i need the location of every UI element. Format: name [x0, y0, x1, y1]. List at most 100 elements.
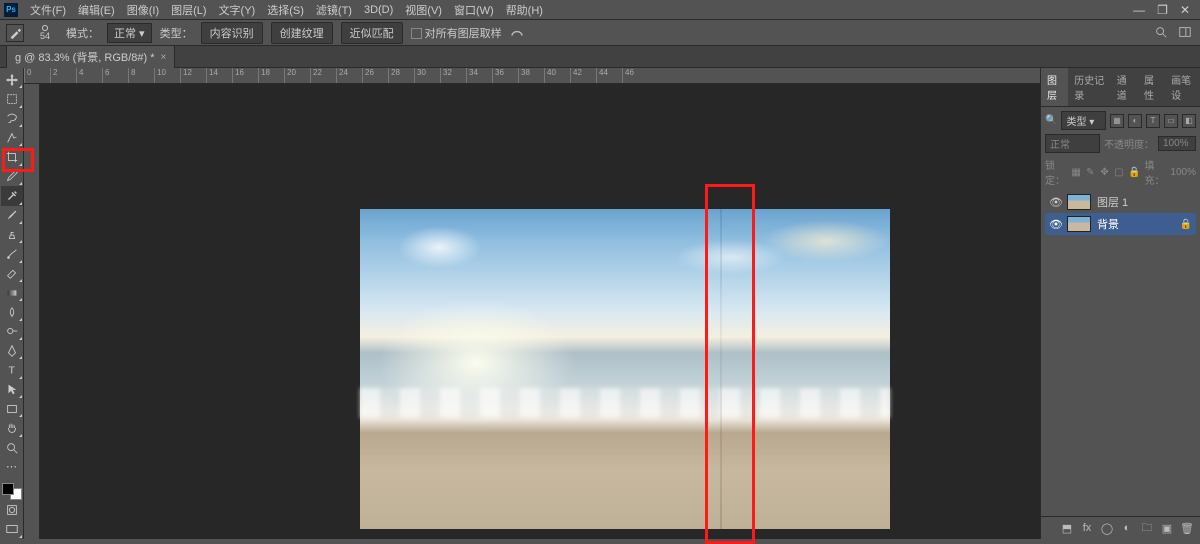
opacity-label: 不透明度：	[1104, 136, 1154, 151]
quick-select-tool[interactable]	[1, 128, 23, 147]
document-canvas[interactable]	[40, 84, 1040, 539]
adjustment-layer-icon[interactable]: ◐	[1120, 521, 1134, 535]
layers-panel: 🔍 类型 ▾ ▦ ◐ T ▭ ◧ 正常 不透明度： 100% 锁定： ▦ ✎	[1041, 107, 1200, 239]
visibility-toggle-icon[interactable]: 👁	[1049, 218, 1061, 231]
ruler-tick: 28	[388, 68, 414, 83]
screenmode-toggle[interactable]	[1, 520, 23, 539]
layer-style-icon[interactable]: fx	[1080, 521, 1094, 535]
opacity-input[interactable]: 100%	[1158, 136, 1196, 151]
visibility-toggle-icon[interactable]: 👁	[1049, 196, 1061, 209]
ruler-tick: 40	[544, 68, 570, 83]
panel-tab-channels[interactable]: 通道	[1111, 68, 1138, 106]
window-minimize-button[interactable]: —	[1127, 3, 1151, 17]
lock-all-icon[interactable]: 🔒	[1128, 165, 1140, 179]
ruler-vertical[interactable]	[24, 84, 40, 539]
filter-shape-icon[interactable]: ▭	[1164, 114, 1178, 128]
layer-name[interactable]: 图层 1	[1097, 194, 1128, 210]
lock-transparent-icon[interactable]: ▦	[1071, 165, 1081, 179]
workspace-switcher-icon[interactable]	[1178, 25, 1194, 41]
history-brush-tool[interactable]	[1, 244, 23, 263]
shape-tool[interactable]	[1, 399, 23, 418]
panel-tab-properties[interactable]: 属性	[1138, 68, 1165, 106]
filter-type-icon[interactable]: T	[1146, 114, 1160, 128]
blend-mode-select[interactable]: 正常 ▾	[107, 23, 152, 43]
layer-blend-select[interactable]: 正常	[1045, 134, 1100, 153]
layer-row[interactable]: 👁 图层 1	[1045, 191, 1196, 213]
filter-pixel-icon[interactable]: ▦	[1110, 114, 1124, 128]
layer-filter-select[interactable]: 类型 ▾	[1061, 111, 1106, 130]
tool-palette: T ⋯	[0, 68, 24, 539]
menu-edit[interactable]: 编辑(E)	[72, 2, 121, 18]
gradient-tool[interactable]	[1, 283, 23, 302]
type-tool[interactable]: T	[1, 360, 23, 379]
canvas-area: 0246810121416182022242628303234363840424…	[24, 68, 1040, 539]
document-tab-title: g @ 83.3% (背景, RGB/8#) *	[15, 49, 155, 65]
search-icon[interactable]	[1154, 25, 1170, 41]
pressure-size-icon[interactable]	[510, 25, 526, 41]
panel-tab-layers[interactable]: 图层	[1041, 68, 1068, 106]
filter-adjust-icon[interactable]: ◐	[1128, 114, 1142, 128]
pen-tool[interactable]	[1, 341, 23, 360]
menu-layer[interactable]: 图层(L)	[165, 2, 212, 18]
menu-help[interactable]: 帮助(H)	[500, 2, 549, 18]
menu-filter[interactable]: 滤镜(T)	[310, 2, 358, 18]
menu-3d[interactable]: 3D(D)	[358, 4, 399, 16]
dodge-tool[interactable]	[1, 322, 23, 341]
layer-row[interactable]: 👁 背景 🔒	[1045, 213, 1196, 235]
link-layers-icon[interactable]: ⬒	[1060, 521, 1074, 535]
ruler-tick: 26	[362, 68, 388, 83]
layer-mask-icon[interactable]: ◯	[1100, 521, 1114, 535]
layer-thumbnail	[1067, 216, 1091, 232]
lock-artboard-icon[interactable]: ▢	[1114, 165, 1124, 179]
menu-select[interactable]: 选择(S)	[261, 2, 310, 18]
panel-tab-brushes[interactable]: 画笔设	[1165, 68, 1200, 106]
path-select-tool[interactable]	[1, 380, 23, 399]
blur-tool[interactable]	[1, 302, 23, 321]
lock-pixels-icon[interactable]: ✎	[1085, 165, 1095, 179]
quickmask-toggle[interactable]	[1, 500, 23, 519]
clone-stamp-tool[interactable]	[1, 225, 23, 244]
menu-view[interactable]: 视图(V)	[399, 2, 448, 18]
menu-window[interactable]: 窗口(W)	[448, 2, 500, 18]
option-create-texture-button[interactable]: 创建纹理	[271, 22, 333, 44]
ruler-tick: 14	[206, 68, 232, 83]
ruler-tick: 0	[24, 68, 50, 83]
document-tab[interactable]: g @ 83.3% (背景, RGB/8#) * ×	[6, 45, 175, 68]
eraser-tool[interactable]	[1, 264, 23, 283]
window-close-button[interactable]: ✕	[1174, 3, 1196, 17]
filter-smart-icon[interactable]: ◧	[1182, 114, 1196, 128]
brush-preset-picker[interactable]: 54	[32, 25, 58, 41]
document-tabbar: g @ 83.3% (背景, RGB/8#) * ×	[0, 46, 1200, 68]
delete-layer-icon[interactable]: 🗑	[1180, 521, 1194, 535]
zoom-tool[interactable]	[1, 438, 23, 457]
eyedropper-tool[interactable]	[1, 167, 23, 186]
color-swatches[interactable]	[2, 483, 22, 501]
hand-tool[interactable]	[1, 418, 23, 437]
mode-label: 模式：	[66, 25, 99, 41]
menu-type[interactable]: 文字(Y)	[213, 2, 262, 18]
layer-name[interactable]: 背景	[1097, 216, 1119, 232]
current-tool-icon[interactable]	[6, 24, 24, 42]
lasso-tool[interactable]	[1, 109, 23, 128]
option-proximity-match-button[interactable]: 近似匹配	[341, 22, 403, 44]
lock-position-icon[interactable]: ✥	[1099, 165, 1109, 179]
option-content-aware-button[interactable]: 内容识别	[201, 22, 263, 44]
crop-tool[interactable]	[1, 147, 23, 166]
ruler-tick: 20	[284, 68, 310, 83]
edit-toolbar-icon[interactable]: ⋯	[1, 457, 23, 476]
healing-brush-tool[interactable]	[1, 186, 23, 205]
group-layers-icon[interactable]: 🗀	[1140, 521, 1154, 535]
brush-tool[interactable]	[1, 206, 23, 225]
ruler-horizontal[interactable]: 0246810121416182022242628303234363840424…	[24, 68, 1040, 84]
layer-lock-icon: 🔒	[1180, 219, 1192, 230]
window-restore-button[interactable]: ❐	[1151, 3, 1174, 17]
sample-all-layers-checkbox[interactable]: 对所有图层取样	[411, 25, 502, 41]
new-layer-icon[interactable]: ▣	[1160, 521, 1174, 535]
move-tool[interactable]	[1, 70, 23, 89]
menu-file[interactable]: 文件(F)	[24, 2, 72, 18]
panel-tab-history[interactable]: 历史记录	[1068, 68, 1110, 106]
fill-input[interactable]: 100%	[1170, 167, 1196, 178]
close-tab-icon[interactable]: ×	[161, 52, 167, 63]
marquee-tool[interactable]	[1, 89, 23, 108]
menu-image[interactable]: 图像(I)	[121, 2, 165, 18]
